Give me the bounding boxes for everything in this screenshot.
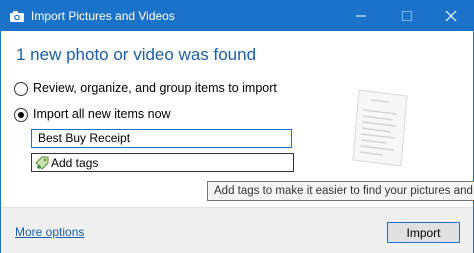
window-title: Import Pictures and Videos	[31, 9, 175, 23]
add-tags-field[interactable]: Add tags	[31, 153, 294, 172]
review-option-label[interactable]: Review, organize, and group items to imp…	[33, 81, 277, 95]
add-tags-label: Add tags	[51, 156, 99, 170]
import-all-option-label[interactable]: Import all new items now	[33, 107, 171, 121]
tags-tooltip: Add tags to make it easier to find your …	[207, 181, 474, 201]
receipt-thumbnail	[349, 86, 413, 170]
import-dialog: Import Pictures and Videos 1 new photo o…	[0, 0, 474, 253]
group-name-input[interactable]	[31, 129, 292, 148]
review-radio[interactable]	[14, 82, 28, 96]
camera-icon	[9, 9, 25, 23]
minimize-button[interactable]	[341, 1, 381, 31]
maximize-icon	[402, 11, 412, 21]
tag-icon	[34, 155, 50, 171]
maximize-button[interactable]	[387, 1, 427, 31]
found-heading: 1 new photo or video was found	[16, 45, 257, 64]
close-icon	[445, 10, 457, 22]
more-options-link[interactable]: More options	[15, 225, 84, 239]
title-bar: Import Pictures and Videos	[1, 1, 473, 31]
import-all-radio[interactable]	[14, 108, 28, 122]
close-button[interactable]	[431, 1, 471, 31]
import-button[interactable]: Import	[387, 222, 460, 243]
radio-selected-dot	[18, 112, 24, 118]
dialog-footer: More options Import	[1, 207, 473, 253]
minimize-icon	[356, 15, 366, 17]
